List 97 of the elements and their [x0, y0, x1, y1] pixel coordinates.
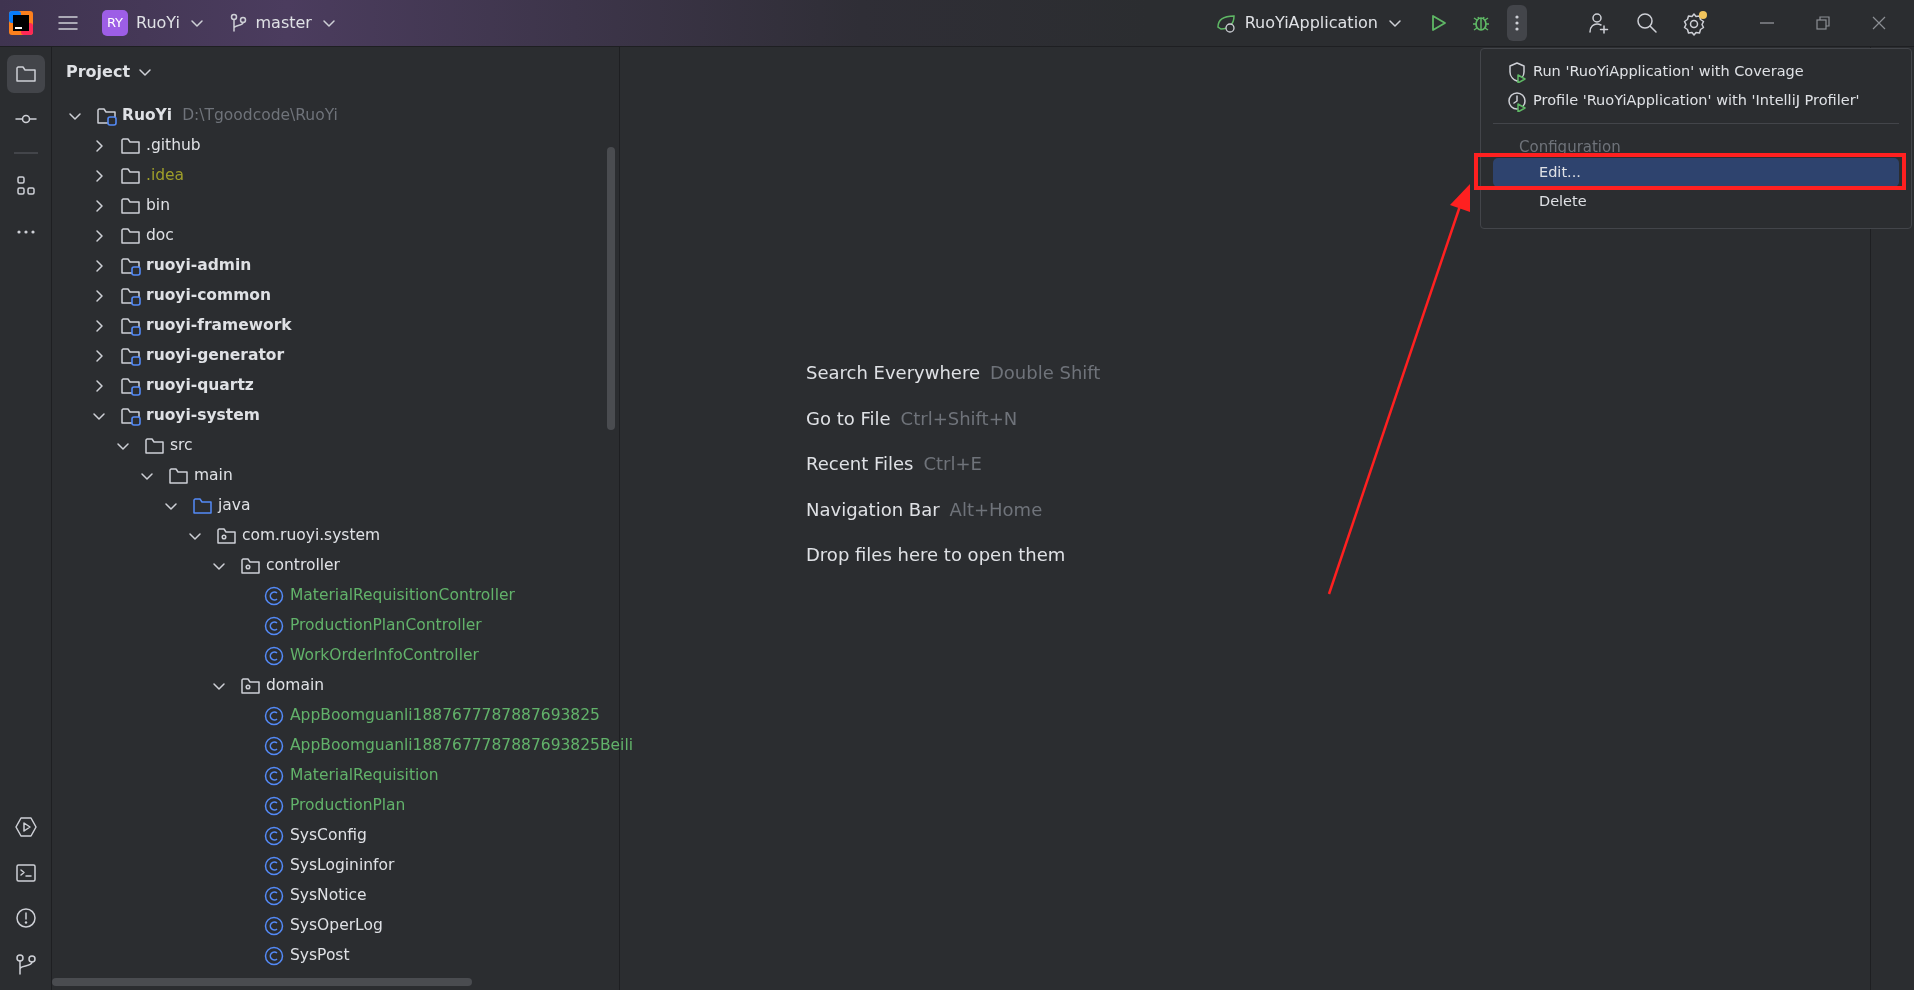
menu-item[interactable]: Run 'RuoYiApplication' with Coverage [1493, 57, 1899, 86]
app-logo-icon [7, 10, 34, 36]
branch-selector[interactable]: master [221, 5, 346, 41]
tree-item[interactable]: ruoyi-common [146, 284, 271, 308]
clock-run-icon [1507, 89, 1527, 112]
class-icon [264, 885, 285, 906]
folder-icon [144, 435, 165, 456]
class-icon [264, 735, 285, 756]
tree-item[interactable]: MaterialRequisition [290, 764, 439, 788]
module-folder-icon [120, 315, 141, 336]
tree-item[interactable]: SysConfig [290, 824, 367, 848]
project-badge: RY [102, 10, 128, 36]
tree-item[interactable]: ProductionPlanController [290, 614, 482, 638]
module-folder-icon [120, 255, 141, 276]
package-folder-icon [216, 525, 237, 546]
branch-icon [229, 13, 248, 33]
class-icon [264, 615, 285, 636]
scrollbar[interactable] [607, 147, 615, 430]
tree-item[interactable]: com.ruoyi.system [242, 524, 381, 548]
tree-item[interactable]: .idea [146, 164, 185, 188]
tool-window-button[interactable] [6, 54, 45, 93]
tree-item[interactable]: MaterialRequisitionController [290, 584, 515, 608]
tree-item[interactable]: SysPost [290, 944, 350, 968]
tree-item[interactable]: RuoYi [122, 104, 173, 128]
tree-item[interactable]: java [218, 494, 251, 518]
tree-item[interactable]: domain [266, 674, 325, 698]
settings-icon [1682, 10, 1708, 36]
shortcut-hint: Alt+Home [949, 497, 1043, 522]
menu-item[interactable]: Edit... [1493, 158, 1899, 187]
module-folder-icon [120, 405, 141, 426]
menu-item[interactable]: Delete [1493, 187, 1899, 216]
tree-item[interactable]: AppBoomguanli1887677787887693825Beili [290, 734, 634, 758]
more-vertical-icon [1514, 15, 1519, 31]
module-folder-icon [120, 375, 141, 396]
branch-icon [13, 951, 38, 976]
project-selector[interactable]: RY RuoYi [94, 5, 214, 41]
package-folder-icon [240, 675, 261, 696]
tree-item[interactable]: SysOperLog [290, 914, 383, 938]
tree-item[interactable]: SysLogininfor [290, 854, 395, 878]
more-horizontal-icon [16, 229, 35, 234]
panel-title[interactable]: Project [66, 60, 131, 84]
folder-icon [120, 165, 141, 186]
class-icon [264, 825, 285, 846]
run-hexagon-icon [13, 815, 38, 839]
module-folder-icon [96, 105, 117, 126]
tree-item[interactable]: ruoyi-admin [146, 254, 252, 278]
class-icon [264, 765, 285, 786]
warning-icon [13, 906, 38, 930]
search-icon [1634, 11, 1659, 35]
more-actions-button[interactable] [1506, 5, 1527, 41]
minimize-icon [1759, 22, 1774, 24]
class-icon [264, 795, 285, 816]
tree-item[interactable]: ruoyi-generator [146, 344, 285, 368]
class-icon [264, 915, 285, 936]
tree-item[interactable]: WorkOrderInfoController [290, 644, 479, 668]
tree-item[interactable]: SysNotice [290, 884, 367, 908]
menu-section-header: Configuration [1518, 136, 1622, 158]
tree-item[interactable]: AppBoomguanli1887677787887693825 [290, 704, 600, 728]
add-user-icon [1587, 11, 1611, 35]
tree-item[interactable]: doc [146, 224, 174, 248]
project-path: D:\Tgoodcode\RuoYi [182, 105, 338, 127]
class-icon [264, 585, 285, 606]
module-folder-icon [120, 285, 141, 306]
menu-icon [56, 13, 79, 33]
package-folder-icon [240, 555, 261, 576]
tree-item[interactable]: ruoyi-system [146, 404, 260, 428]
tree-item[interactable]: ruoyi-quartz [146, 374, 254, 398]
tree-item[interactable]: .github [146, 134, 201, 158]
tree-item[interactable]: main [194, 464, 233, 488]
shield-run-icon [1507, 60, 1527, 83]
class-icon [264, 855, 285, 876]
leaf-icon [1214, 12, 1237, 34]
class-icon [264, 645, 285, 666]
folder-icon [120, 225, 141, 246]
shortcut-hint: Ctrl+Shift+N [900, 406, 1018, 431]
tree-item[interactable]: controller [266, 554, 340, 578]
folder-icon [120, 195, 141, 216]
tree-item[interactable]: ProductionPlan [290, 794, 406, 818]
hint-action: Drop files here to open them [806, 543, 1066, 567]
class-icon [264, 705, 285, 726]
class-icon [264, 945, 285, 966]
hint-action: Navigation Bar [806, 497, 940, 522]
shortcut-hint: Double Shift [990, 361, 1101, 385]
folder-icon [120, 135, 141, 156]
tree-item[interactable]: bin [146, 194, 170, 218]
menu-item[interactable]: Profile 'RuoYiApplication' with 'IntelliJ Profiler' [1493, 86, 1899, 115]
shortcut-hint: Ctrl+E [923, 452, 982, 476]
tree-item[interactable]: src [170, 434, 193, 458]
hint-action: Recent Files [806, 452, 914, 476]
run-configuration-selector[interactable]: RuoYiApplication [1206, 5, 1412, 41]
folder-icon [168, 465, 189, 486]
source-folder-icon [192, 495, 213, 516]
hint-action: Search Everywhere [806, 361, 980, 385]
module-folder-icon [120, 345, 141, 366]
tree-item[interactable]: ruoyi-framework [146, 314, 292, 338]
hint-action: Go to File [806, 406, 891, 431]
scrollbar[interactable] [52, 978, 472, 986]
